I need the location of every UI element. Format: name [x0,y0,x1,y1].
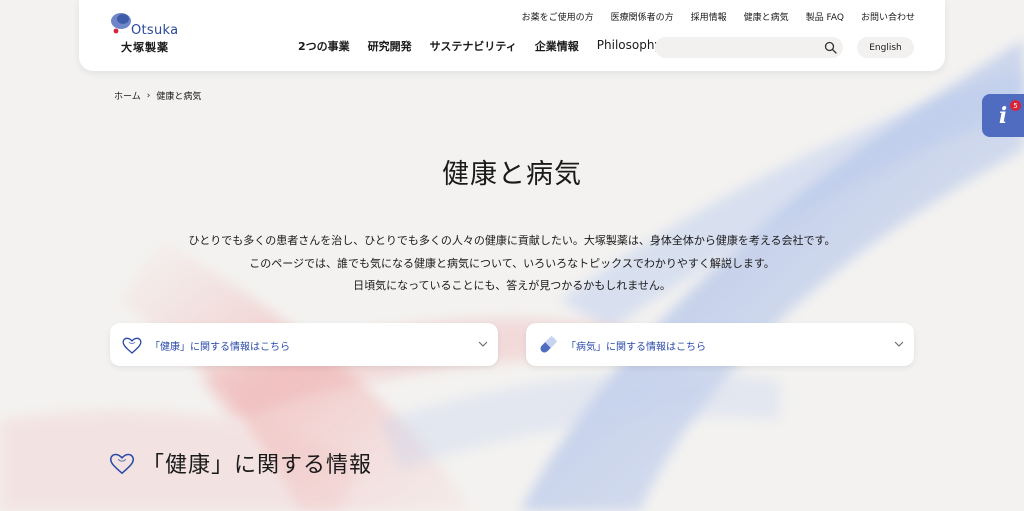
heart-outline-icon [109,453,135,475]
breadcrumb: ホーム › 健康と病気 [114,89,202,103]
chevron-down-icon [478,341,488,347]
util-link-health-disease[interactable]: 健康と病気 [744,10,789,23]
capsule-icon [540,335,558,353]
otsuka-logo[interactable]: Otsuka 大塚製薬 [109,10,189,56]
nav-item-research[interactable]: 研究開発 [368,38,412,54]
health-section-heading: 「健康」に関する情報 [108,447,372,479]
intro-line-1: ひとりでも多くの患者さんを治し、ひとりでも多くの人々の健康に貢献したい。大塚製薬… [188,234,836,247]
search-box [655,37,843,60]
health-accordion-label: 「健康」に関する情報はこちら [150,342,290,353]
chevron-down-icon [894,341,904,347]
disease-accordion-label: 「病気」に関する情報はこちら [566,342,706,353]
main-nav: 2つの事業 研究開発 サステナビリティ 企業情報 Philosophy [298,38,662,54]
util-link-contact[interactable]: お問い合わせ [861,10,915,23]
util-link-careers[interactable]: 採用情報 [691,10,727,23]
intro-text: ひとりでも多くの患者さんを治し、ひとりでも多くの人々の健康に貢献したい。大塚製薬… [0,230,1024,298]
util-link-patients[interactable]: お薬をご使用の方 [522,10,594,23]
util-link-product-faq[interactable]: 製品 FAQ [806,10,844,23]
nav-item-company[interactable]: 企業情報 [535,38,579,54]
breadcrumb-home[interactable]: ホーム [114,89,141,102]
nav-item-philosophy[interactable]: Philosophy [597,38,662,54]
heart-outline-icon [122,337,142,354]
logo-text-jp: 大塚製薬 [121,41,169,54]
util-link-medical-professionals[interactable]: 医療関係者の方 [611,10,674,23]
breadcrumb-current: 健康と病気 [156,92,202,102]
notification-badge: 5 [1010,100,1021,111]
nav-item-sustainability[interactable]: サステナビリティ [430,38,517,54]
nav-item-businesses[interactable]: 2つの事業 [298,38,350,54]
utility-nav: お薬をご使用の方 医療関係者の方 採用情報 健康と病気 製品 FAQ お問い合わ… [522,10,915,23]
info-icon: i [998,102,1008,129]
disease-info-accordion[interactable]: 「病気」に関する情報はこちら [526,323,914,366]
health-info-accordion[interactable]: 「健康」に関する情報はこちら [110,323,498,366]
intro-line-2: このページでは、誰でも気になる健康と病気について、いろいろなトピックスでわかりや… [249,256,775,270]
section-title: 「健康」に関する情報 [142,453,373,478]
info-widget-button[interactable]: i 5 [982,94,1024,137]
intro-line-3: 日頃気になっていることにも、答えが見つかるかもしれません。 [353,279,671,292]
breadcrumb-separator: › [146,90,151,101]
search-input[interactable] [655,39,815,60]
search-icon[interactable] [824,41,837,54]
english-language-button[interactable]: English [857,37,914,58]
site-header: Otsuka 大塚製薬 お薬をご使用の方 医療関係者の方 採用情報 健康と病気 … [79,0,945,71]
page-title: 健康と病気 [442,159,582,190]
logo-text-en: Otsuka [131,23,179,38]
